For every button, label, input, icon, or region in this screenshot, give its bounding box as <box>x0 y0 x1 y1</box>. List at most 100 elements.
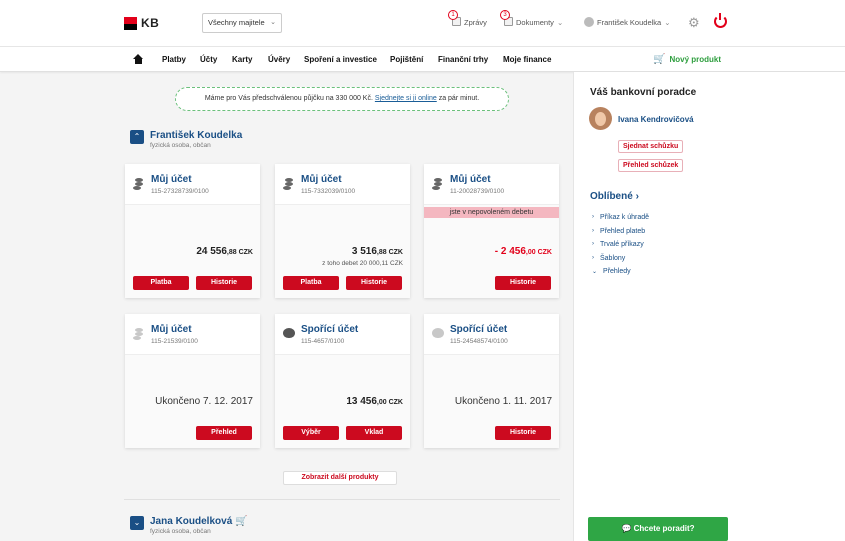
account-title: Spořící účet <box>301 324 359 335</box>
account-number: 115-27328739/0100 <box>151 188 209 195</box>
account-number: 115-24548574/0100 <box>450 338 508 345</box>
person-type: fyzická osoba, občan <box>150 528 211 535</box>
favorite-item[interactable]: › Trvalé příkazy <box>592 241 644 248</box>
account-closed-date: Ukončeno 7. 12. 2017 <box>155 396 253 407</box>
messages-link[interactable]: 1 Zprávy <box>448 10 487 28</box>
account-title: Spořící účet <box>450 324 508 335</box>
account-title: Můj účet <box>151 174 192 185</box>
payment-button[interactable]: Platba <box>133 276 189 290</box>
history-button[interactable]: Historie <box>495 276 551 290</box>
deposit-button[interactable]: Vklad <box>346 426 402 440</box>
savings-card[interactable]: Spořící účet 115-4657/0100 13 456,00 CZK… <box>275 314 410 448</box>
chevron-down-icon: ⌄ <box>592 269 598 275</box>
schedule-meeting-button[interactable]: Sjednat schůzku <box>618 140 684 153</box>
envelope-icon: 1 <box>448 10 461 28</box>
gear-icon[interactable]: ⚙ <box>688 15 700 31</box>
cart-icon: 🛒 <box>653 54 666 65</box>
overdraft-warning: jste v nepovoleném debetu <box>424 207 559 218</box>
piggy-bank-icon <box>283 328 295 338</box>
person-header[interactable]: ⌃ František Koudelka fyzická osoba, obča… <box>130 130 242 149</box>
coins-icon <box>133 328 145 340</box>
withdraw-button[interactable]: Výběr <box>283 426 339 440</box>
nav-item-ucty[interactable]: Účty <box>200 55 217 64</box>
overview-button[interactable]: Přehled <box>196 426 252 440</box>
kb-logo-icon <box>124 16 137 30</box>
chevron-right-icon: › <box>592 214 594 220</box>
chevron-right-icon: › <box>635 191 639 202</box>
history-button[interactable]: Historie <box>346 276 402 290</box>
history-button[interactable]: Historie <box>495 426 551 440</box>
owner-select[interactable]: Všechny majitele ⌄ <box>202 13 282 33</box>
documents-link[interactable]: 3 Dokumenty ⌄ <box>500 10 564 28</box>
advisor-name[interactable]: Ivana Kendrovičová <box>618 115 694 124</box>
favorite-item[interactable]: › Šablony <box>592 255 625 262</box>
nav-item-financni-trhy[interactable]: Finanční trhy <box>438 55 488 64</box>
nav-item-moje-finance[interactable]: Moje finance <box>503 55 551 64</box>
history-button[interactable]: Historie <box>196 276 252 290</box>
account-balance: 13 456,00 CZK <box>346 396 403 407</box>
nav-item-karty[interactable]: Karty <box>232 55 252 64</box>
payment-button[interactable]: Platba <box>283 276 339 290</box>
power-icon[interactable] <box>714 13 727 28</box>
favorite-item[interactable]: › Příkaz k úhradě <box>592 214 649 221</box>
new-product-button[interactable]: 🛒 Nový produkt <box>653 54 721 65</box>
account-number: 115-21539/0100 <box>151 338 198 345</box>
promo-text: Máme pro Vás předschválenou půjčku na 33… <box>204 95 375 102</box>
kb-logo[interactable]: KB <box>124 16 159 30</box>
loan-promo-banner: Máme pro Vás předschválenou půjčku na 33… <box>175 87 509 111</box>
person-type: fyzická osoba, občan <box>150 142 211 149</box>
document-icon: 3 <box>500 10 513 28</box>
account-number: 115-4657/0100 <box>301 338 345 345</box>
account-card[interactable]: Můj účet 115-7332039/0100 3 516,88 CZK z… <box>275 164 410 298</box>
nav-item-platby[interactable]: Platby <box>162 55 186 64</box>
section-divider <box>124 499 560 500</box>
user-menu[interactable]: František Koudelka ⌄ <box>584 17 671 27</box>
account-title: Můj účet <box>301 174 342 185</box>
account-balance: 24 556,88 CZK <box>196 246 253 257</box>
show-more-products-button[interactable]: Zobrazit další produkty <box>283 471 397 485</box>
account-number: 115-7332039/0100 <box>301 188 356 195</box>
favorites-heading[interactable]: Oblíbené › <box>590 191 639 202</box>
debit-note: z toho debet 20 000,11 CZK <box>322 260 403 267</box>
account-card[interactable]: Můj účet 115-27328739/0100 24 556,88 CZK… <box>125 164 260 298</box>
chevron-right-icon: › <box>592 228 594 234</box>
nav-item-pojisteni[interactable]: Pojištění <box>390 55 423 64</box>
person-name: Jana Koudelková 🛒 <box>150 516 248 527</box>
nav-item-uvery[interactable]: Úvěry <box>268 55 290 64</box>
chevron-down-icon: ⌄ <box>270 19 276 26</box>
user-name: František Koudelka <box>597 17 662 27</box>
account-title: Můj účet <box>450 174 491 185</box>
messages-label: Zprávy <box>464 18 487 27</box>
chevron-down-icon: ⌄ <box>556 18 564 27</box>
chevron-down-icon: ⌄ <box>664 17 671 27</box>
cart-icon: 🛒 <box>235 516 248 527</box>
meetings-overview-button[interactable]: Přehled schůzek <box>618 159 684 172</box>
user-icon <box>584 17 594 27</box>
right-sidebar <box>573 72 845 541</box>
favorite-item[interactable]: › Přehled plateb <box>592 228 645 235</box>
nav-item-sporeni[interactable]: Spoření a investice <box>304 55 377 64</box>
documents-label: Dokumenty <box>516 18 554 27</box>
person-header[interactable]: ⌄ Jana Koudelková 🛒 fyzická osoba, občan <box>130 516 248 535</box>
account-balance: - 2 456,00 CZK <box>494 246 552 257</box>
chevron-right-icon: › <box>592 241 594 247</box>
coins-icon <box>283 178 295 190</box>
chat-advise-button[interactable]: 💬 Chcete poradit? <box>588 517 728 541</box>
top-bar: KB Všechny majitele ⌄ 1 Zprávy 3 Dokumen… <box>0 0 845 47</box>
documents-count-badge: 3 <box>500 10 510 20</box>
person-name: František Koudelka <box>150 130 243 141</box>
favorite-item[interactable]: ⌄ Přehledy <box>592 268 631 275</box>
account-closed-date: Ukončeno 1. 11. 2017 <box>454 396 552 407</box>
main-nav: Platby Účty Karty Úvěry Spoření a invest… <box>0 47 845 72</box>
chevron-down-icon[interactable]: ⌄ <box>130 516 144 530</box>
chevron-up-icon[interactable]: ⌃ <box>130 130 144 144</box>
account-number: 11-20028739/0100 <box>450 188 505 195</box>
savings-card[interactable]: Spořící účet 115-24548574/0100 Ukončeno … <box>424 314 559 448</box>
account-card[interactable]: Můj účet 11-20028739/0100 jste v nepovol… <box>424 164 559 298</box>
account-card[interactable]: Můj účet 115-21539/0100 Ukončeno 7. 12. … <box>125 314 260 448</box>
home-icon[interactable] <box>133 54 144 64</box>
promo-link[interactable]: Sjednejte si ji online <box>375 95 437 102</box>
owner-select-value: Všechny majitele <box>208 18 265 27</box>
new-product-label: Nový produkt <box>669 55 722 64</box>
piggy-bank-icon <box>432 328 444 338</box>
